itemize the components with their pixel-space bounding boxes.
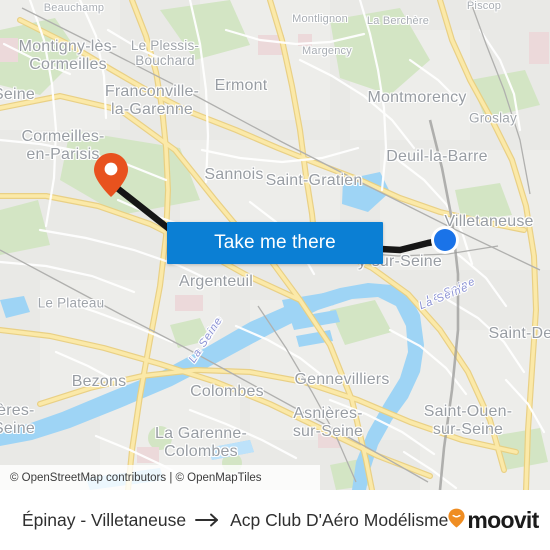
map-viewport[interactable]: Beauchamp Montlignon La Berchère Piscop Mont… (0, 0, 550, 490)
arrow-right-icon (195, 512, 221, 528)
trip-destination-label: Acp Club D'Aéro Modélisme (230, 509, 449, 530)
trip-origin-label: Épinay - Villetaneuse (22, 509, 187, 530)
map-attribution[interactable]: © OpenStreetMap contributors | © OpenMap… (0, 465, 320, 490)
take-me-there-button[interactable]: Take me there (167, 222, 383, 264)
trip-summary: Épinay - Villetaneuse Acp Club D'Aéro Mo… (22, 510, 448, 531)
moovit-wordmark: moovit (467, 506, 539, 533)
moovit-trip-map-screen: Beauchamp Montlignon La Berchère Piscop Mont… (0, 0, 550, 550)
moovit-pin-icon (448, 508, 465, 533)
trip-footer-bar: Épinay - Villetaneuse Acp Club D'Aéro Mo… (0, 490, 550, 550)
moovit-logo[interactable]: moovit (448, 506, 539, 534)
map-attribution-text: © OpenStreetMap contributors | © OpenMap… (10, 471, 262, 484)
